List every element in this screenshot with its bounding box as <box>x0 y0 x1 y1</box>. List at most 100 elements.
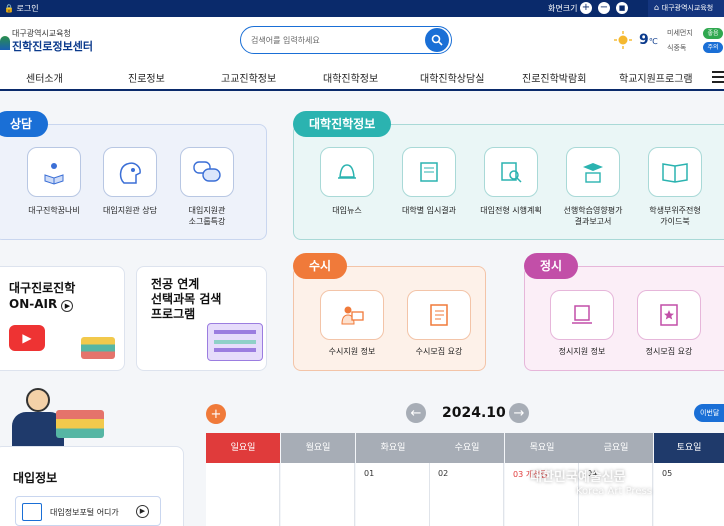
major-line2: 선택과목 검색 <box>151 292 222 306</box>
star-book-icon <box>660 304 678 326</box>
watermark-title: 대한민국예술신문 <box>530 470 626 485</box>
student-illustration <box>4 388 134 448</box>
temperature: 9℃ <box>639 32 658 48</box>
onair-card[interactable]: 대구진로진학 ON-AIR ▶ ▶ <box>0 266 125 371</box>
next-month-button[interactable]: → <box>509 403 529 423</box>
open-book-icon <box>662 163 688 183</box>
onair-subtitle: ON-AIR ▶ <box>9 297 74 312</box>
calendar-cell[interactable]: 02 <box>430 463 504 526</box>
calendar-cell[interactable]: 01 <box>356 463 430 526</box>
impact-report-label: 선행학습영향평가 결과보고서 <box>563 206 623 226</box>
admission-portal-label: 대입정보포털 어디가 <box>50 508 119 517</box>
jeongsi-guide-label: 정시모집 요강 <box>645 347 693 356</box>
fine-dust-label: 미세먼지 <box>667 29 693 37</box>
logo-title[interactable]: 진학진로정보센터 <box>12 38 93 54</box>
admission-portal-link[interactable]: 대입정보포털 어디가 ▶ <box>15 496 161 526</box>
monitor-icon <box>207 323 263 361</box>
univ-news-button[interactable] <box>320 147 374 197</box>
calendar-cell[interactable] <box>206 463 280 526</box>
graduation-chart-icon <box>583 163 603 183</box>
add-event-button[interactable]: + <box>206 404 226 424</box>
food-poisoning-badge: 주의 <box>703 42 723 53</box>
search-button[interactable] <box>425 28 449 52</box>
guidebook-button[interactable] <box>648 147 702 197</box>
admission-plan-button[interactable] <box>484 147 538 197</box>
susi-info-button[interactable] <box>320 290 384 340</box>
small-group-lecture-label: 대입지원관 소그룹특강 <box>188 206 226 226</box>
zoom-out-button[interactable]: − <box>598 2 610 14</box>
search-box: 검색어를 입력하세요 <box>240 26 452 54</box>
temperature-value: 9 <box>639 32 649 48</box>
jeongsi-guide-button[interactable] <box>637 290 701 340</box>
menu-icon[interactable] <box>712 71 724 86</box>
small-group-lecture-button[interactable] <box>180 147 234 197</box>
guidebook-label: 학생부위주전형 가이드북 <box>649 206 701 226</box>
books-icon <box>81 337 115 359</box>
calendar-month: 2024.10 <box>442 405 506 421</box>
fine-dust-badge: 좋음 <box>703 28 723 39</box>
search-input[interactable]: 검색어를 입력하세요 <box>251 35 320 46</box>
calendar-cell[interactable] <box>281 463 355 526</box>
main-nav: 센터소개 진로정보 고교진학정보 대학진학정보 대학진학상담실 진로진학박람회 … <box>0 63 724 91</box>
prev-month-button[interactable]: ← <box>406 403 426 423</box>
major-line1: 전공 연계 <box>151 277 200 291</box>
jeongsi-info-button[interactable] <box>550 290 614 340</box>
jeongsi-info-label: 정시지원 정보 <box>558 347 606 356</box>
nav-university-counsel[interactable]: 대학진학상담실 <box>420 70 484 85</box>
sun-icon <box>614 31 632 49</box>
bell-icon <box>338 164 356 179</box>
admission-info-title: 대입정보 <box>13 471 58 485</box>
calendar-header-tue: 화요일 <box>356 433 430 463</box>
nav-university-info[interactable]: 대학진학정보 <box>323 70 378 85</box>
nav-school-support[interactable]: 학교지원프로그램 <box>619 70 693 85</box>
this-month-button[interactable]: 이번달 <box>694 404 724 422</box>
nav-highschool-info[interactable]: 고교진학정보 <box>221 70 276 85</box>
nav-center-intro[interactable]: 센터소개 <box>26 70 63 85</box>
major-subject-card[interactable]: 전공 연계 선택과목 검색 프로그램 <box>136 266 267 371</box>
youtube-icon: ▶ <box>9 325 45 351</box>
impact-report-button[interactable] <box>566 147 620 197</box>
nav-career-fair[interactable]: 진로진학박람회 <box>522 70 586 85</box>
checklist-icon <box>430 304 448 326</box>
zoom-reset-button[interactable]: ■ <box>616 2 628 14</box>
logo-icon <box>0 36 10 50</box>
font-size-label: 화면크기 <box>548 4 578 13</box>
login-label: 로그인 <box>16 4 39 13</box>
univ-results-label: 대학별 입시결과 <box>401 206 457 215</box>
admission-plan-label: 대입전형 시행계획 <box>480 206 542 215</box>
counsel-button[interactable] <box>103 147 157 197</box>
dream-navi-label: 대구진학꿈나비 <box>28 206 80 215</box>
major-subject-title: 전공 연계 선택과목 검색 프로그램 <box>151 277 221 322</box>
edu-office-label: 대구광역시교육청 <box>661 4 714 12</box>
calendar-header-sat: 토요일 <box>654 433 724 463</box>
calendar-header-thu: 목요일 <box>505 433 579 463</box>
login-link[interactable]: 🔒 로그인 <box>4 3 39 14</box>
head-chat-icon <box>119 162 141 184</box>
temperature-unit: ℃ <box>648 37 658 46</box>
susi-guide-button[interactable] <box>407 290 471 340</box>
susi-info-label: 수시지원 정보 <box>328 347 376 356</box>
chat-bubbles-icon <box>193 161 221 182</box>
univ-results-button[interactable] <box>402 147 456 197</box>
susi-title: 수시 <box>293 253 348 279</box>
document-icon <box>420 162 438 182</box>
onair-label: ON-AIR <box>9 297 58 311</box>
susi-guide-label: 수시모집 요강 <box>415 347 463 356</box>
calendar-cell[interactable]: 05 <box>654 463 724 526</box>
nav-career-info[interactable]: 진로정보 <box>128 70 165 85</box>
calendar-header-mon: 월요일 <box>281 433 355 463</box>
calendar-header-wed: 수요일 <box>430 433 504 463</box>
edu-office-link[interactable]: ⌂ 대구광역시교육청 <box>648 0 724 17</box>
major-line3: 프로그램 <box>151 307 196 321</box>
onair-title: 대구진로진학 <box>9 281 76 295</box>
book-person-icon <box>44 163 64 185</box>
header: 대구광역시교육청 진학진로정보센터 검색어를 입력하세요 9℃ 미세먼지 식중독… <box>0 17 724 63</box>
zoom-in-button[interactable]: + <box>580 2 592 14</box>
dream-navi-button[interactable] <box>27 147 81 197</box>
univ-info-title: 대학진학정보 <box>293 111 392 137</box>
calendar-header-fri: 금요일 <box>579 433 653 463</box>
top-bar: 🔒 로그인 화면크기 + − ■ ⌂ 대구광역시교육청 <box>0 0 724 17</box>
desk-book-icon <box>572 305 592 324</box>
arrow-circle-icon: ▶ <box>136 505 149 518</box>
arrow-circle-icon: ▶ <box>61 300 74 312</box>
